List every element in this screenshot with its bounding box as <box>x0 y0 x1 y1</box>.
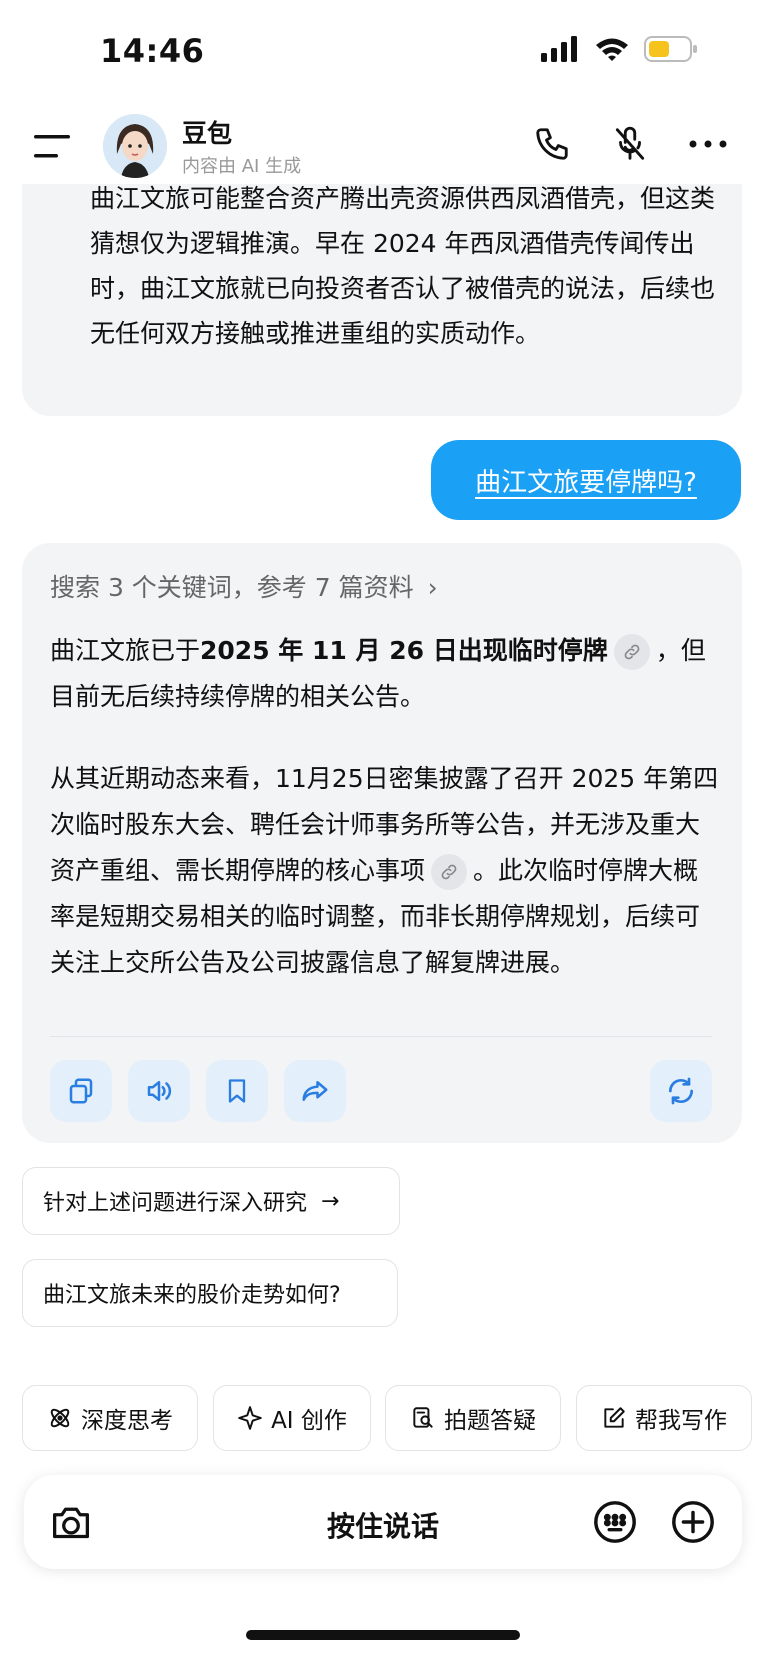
share-button[interactable] <box>284 1060 346 1122</box>
user-message-text: 曲江文旅要停牌吗? <box>475 467 697 498</box>
home-indicator <box>246 1630 520 1640</box>
wifi-icon <box>596 38 628 61</box>
phone-icon[interactable] <box>530 122 574 166</box>
battery-icon <box>644 36 697 62</box>
bookmark-button[interactable] <box>206 1060 268 1122</box>
answer-paragraph-1: 曲江文旅已于2025 年 11 月 26 日出现临时停牌 ，但目前无后续持续停牌… <box>50 634 706 711</box>
chip-help-write[interactable]: 帮我写作 <box>576 1385 752 1451</box>
sparkle-icon <box>238 1406 262 1430</box>
search-summary-link[interactable]: 搜索 3 个关键词，参考 7 篇资料 › <box>50 568 438 604</box>
suggestion-stock-trend[interactable]: 曲江文旅未来的股价走势如何? <box>22 1259 398 1327</box>
copy-icon <box>69 1078 93 1104</box>
edit-icon <box>604 1407 625 1428</box>
arrow-right-icon: → <box>321 1188 340 1214</box>
keyboard-icon[interactable] <box>590 1497 640 1547</box>
share-icon <box>302 1081 328 1101</box>
suggestion-deep-research[interactable]: 针对上述问题进行深入研究 → <box>22 1167 400 1235</box>
atom-icon <box>50 1408 70 1428</box>
divider <box>50 1036 712 1037</box>
read-aloud-button[interactable] <box>128 1060 190 1122</box>
previous-message-text: 曲江文旅可能整合资产腾出壳资源供西凤酒借壳，但这类猜想仅为逻辑推演。早在 202… <box>90 184 716 348</box>
mute-icon[interactable] <box>608 122 652 166</box>
source-link-icon[interactable] <box>431 854 468 890</box>
plus-icon[interactable] <box>668 1497 718 1547</box>
chat-title: 豆包 <box>182 119 233 148</box>
bookmark-icon <box>228 1079 246 1103</box>
regenerate-button[interactable] <box>650 1060 712 1122</box>
chip-ai-creation[interactable]: AI 创作 <box>213 1385 371 1451</box>
answer-paragraph-2: 从其近期动态来看，11月25日密集披露了召开 2025 年第四次临时股东大会、聘… <box>50 764 719 977</box>
user-message-bubble[interactable]: 曲江文旅要停牌吗? <box>431 440 741 520</box>
status-time: 14:46 <box>100 32 205 70</box>
scan-icon <box>413 1407 433 1428</box>
avatar[interactable] <box>103 114 167 178</box>
speaker-icon <box>147 1081 172 1101</box>
more-icon[interactable] <box>686 122 730 166</box>
chevron-right-icon: › <box>427 573 438 602</box>
menu-icon[interactable] <box>34 132 74 162</box>
signal-icon <box>541 36 577 62</box>
chip-deep-thinking[interactable]: 深度思考 <box>22 1385 198 1451</box>
input-bar[interactable]: 按住说话 <box>24 1475 742 1569</box>
answer-highlight: 2025 年 11 月 26 日出现临时停牌 <box>200 636 608 665</box>
regenerate-icon <box>669 1077 693 1105</box>
ai-generated-note: 内容由 AI 生成 <box>182 156 302 177</box>
chip-photo-solve[interactable]: 拍题答疑 <box>385 1385 561 1451</box>
copy-button[interactable] <box>50 1060 112 1122</box>
source-link-icon[interactable] <box>613 634 650 670</box>
status-bar: 14:46 <box>0 0 768 100</box>
search-summary-text: 搜索 3 个关键词，参考 7 篇资料 <box>50 573 414 602</box>
chat-header: 豆包 内容由 AI 生成 <box>0 104 768 184</box>
